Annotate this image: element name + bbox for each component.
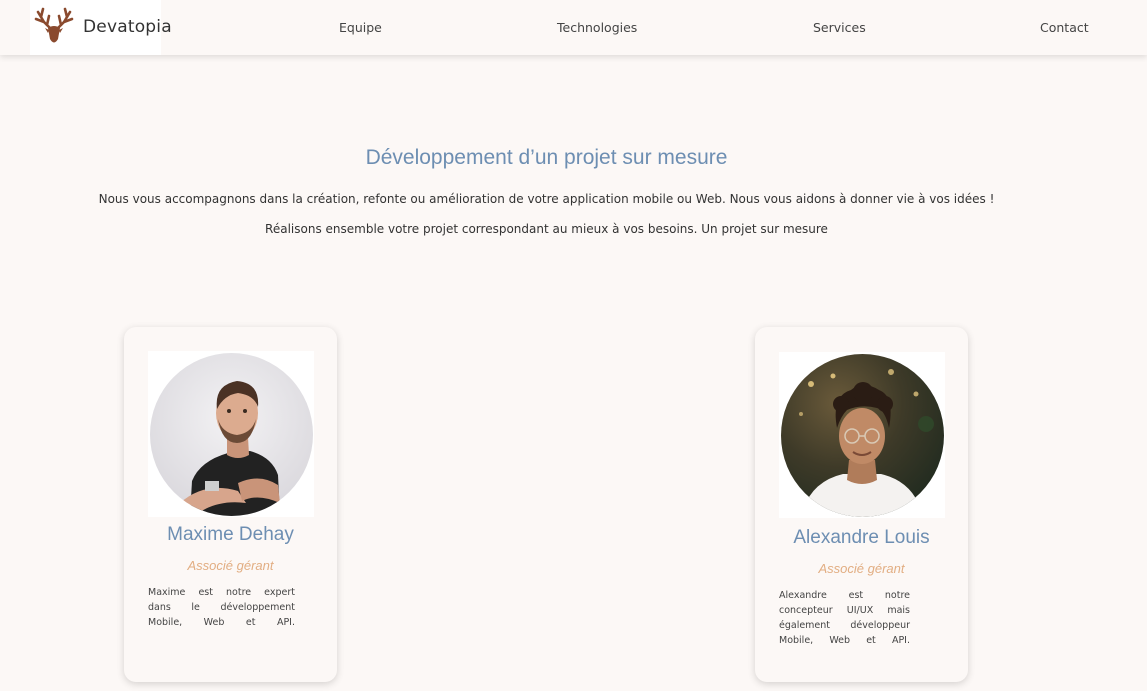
brand-name: Devatopia bbox=[83, 17, 172, 37]
portrait-photo-alexandre bbox=[781, 354, 944, 517]
member-name: Alexandre Louis bbox=[793, 527, 930, 548]
member-role: Associé gérant bbox=[187, 558, 274, 573]
description-line: Mobile, Web et API. bbox=[148, 617, 295, 628]
description-line: Mobile, Web et API. bbox=[779, 635, 910, 646]
nav-link-contact[interactable]: Contact bbox=[1040, 20, 1089, 35]
description-line: Maxime est notre expert bbox=[148, 587, 295, 598]
member-description: Alexandre est notre concepteur UI/UX mai… bbox=[779, 588, 910, 648]
navbar: Devatopia Equipe Technologies Services C… bbox=[0, 0, 1147, 55]
portrait-photo-maxime bbox=[150, 353, 313, 516]
deer-antlers-icon bbox=[34, 7, 74, 43]
avatar bbox=[148, 351, 314, 517]
brand-logo[interactable]: Devatopia bbox=[30, 0, 172, 55]
team-card-maxime: Maxime Dehay Associé gérant Maxime est n… bbox=[124, 327, 337, 682]
nav-link-equipe[interactable]: Equipe bbox=[339, 20, 382, 35]
avatar bbox=[779, 352, 945, 518]
member-description: Maxime est notre expert dans le développ… bbox=[148, 585, 295, 630]
description-line: concepteur UI/UX mais bbox=[779, 605, 910, 616]
description-line: également développeur bbox=[779, 620, 910, 631]
member-role: Associé gérant bbox=[818, 561, 905, 576]
intro-paragraph: Nous vous accompagnons dans la création,… bbox=[98, 192, 995, 206]
team-card-alexandre: Alexandre Louis Associé gérant Alexandre… bbox=[755, 327, 968, 682]
member-name: Maxime Dehay bbox=[167, 524, 294, 545]
description-line: Alexandre est notre bbox=[779, 590, 910, 601]
intro-paragraph-secondary: Réalisons ensemble votre projet correspo… bbox=[265, 222, 828, 236]
nav-link-technologies[interactable]: Technologies bbox=[557, 20, 637, 35]
description-line: dans le développement bbox=[148, 602, 295, 613]
page-title: Développement d’un projet sur mesure bbox=[365, 146, 728, 169]
nav-link-services[interactable]: Services bbox=[813, 20, 866, 35]
